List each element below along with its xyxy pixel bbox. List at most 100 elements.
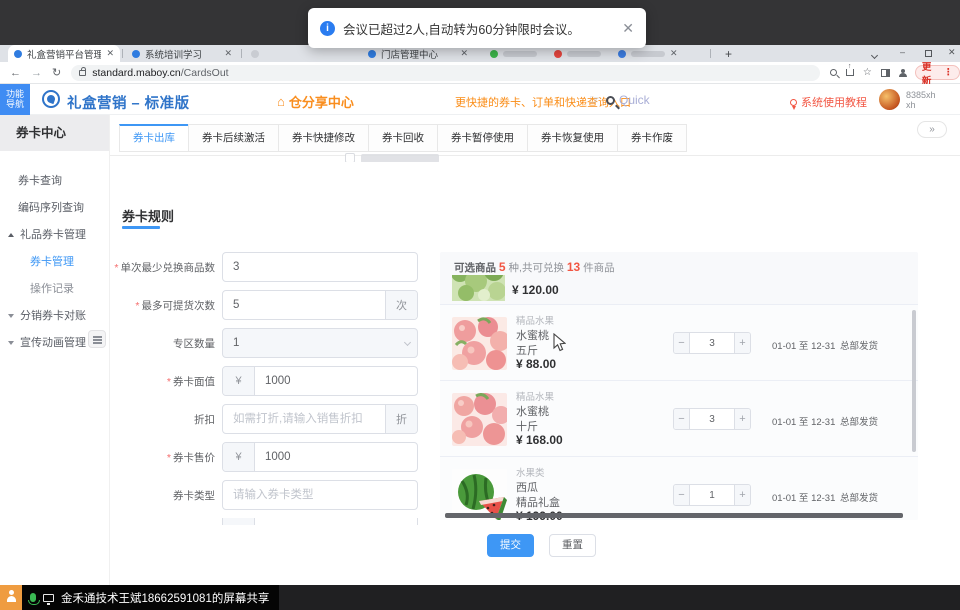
sidebar-item-gift-card-management[interactable]: 礼品券卡管理	[0, 222, 109, 249]
tab-favicon	[490, 50, 498, 58]
participant-badge[interactable]	[0, 585, 22, 610]
system-tutorial-link[interactable]: 系统使用教程	[790, 94, 867, 110]
zone-count-select[interactable]	[222, 328, 418, 358]
sidebar: 券卡中心 券卡查询 编码序列查询 礼品券卡管理 券卡管理 操作记录 分销券卡对账…	[0, 115, 110, 585]
user-avatar[interactable]	[879, 89, 900, 110]
delivery-source: 总部发货	[840, 338, 878, 352]
bookmark-star-icon[interactable]: ☆	[863, 68, 872, 78]
max-pickup-times-input[interactable]	[223, 291, 385, 319]
search-icon	[606, 96, 615, 105]
tutorial-label: 系统使用教程	[801, 94, 867, 110]
function-nav-toggle[interactable]: 功能 导航	[0, 84, 30, 115]
tab-card-recycle[interactable]: 券卡回收	[368, 124, 438, 152]
sidebar-item-code-sequence-query[interactable]: 编码序列查询	[0, 195, 109, 222]
main-content: 券卡出库 券卡后续激活 券卡快捷修改 券卡回收 券卡暂停使用 券卡恢复使用 券卡…	[110, 115, 960, 585]
product-category: 精品水果	[516, 389, 554, 403]
nav-toggle-label: 导航	[0, 99, 30, 109]
reset-button[interactable]: 重置	[549, 534, 596, 557]
quantity-input[interactable]	[690, 485, 734, 505]
sidebar-item-distribution-reconciliation[interactable]: 分销券卡对账	[0, 303, 109, 330]
field-label: 折扣	[110, 412, 222, 427]
clipped-prefix	[223, 518, 255, 525]
side-panel-icon[interactable]	[881, 69, 890, 77]
stepper-minus-button[interactable]: −	[674, 485, 690, 505]
tabbar-divider	[110, 155, 960, 156]
screen-share-strip: 金禾通技术王斌18662591081的屏幕共享	[0, 585, 960, 610]
product-category: 水果类	[516, 465, 545, 479]
profile-icon[interactable]	[899, 69, 907, 77]
stepper-plus-button[interactable]: +	[734, 333, 750, 353]
stepper-plus-button[interactable]: +	[734, 485, 750, 505]
min-exchange-count-input[interactable]	[223, 253, 417, 281]
sidebar-item-operation-log[interactable]: 操作记录	[0, 276, 109, 303]
tab-card-followup-activate[interactable]: 券卡后续激活	[188, 124, 279, 152]
menu-dots-icon: ⋮	[944, 67, 954, 78]
field-label: 券卡类型	[110, 488, 222, 503]
card-type-input[interactable]	[223, 481, 417, 509]
tab-card-suspend[interactable]: 券卡暂停使用	[437, 124, 528, 152]
stepper-minus-button[interactable]: −	[674, 409, 690, 429]
product-price: ¥ 168.00	[516, 433, 563, 447]
tab-favicon	[251, 50, 259, 58]
reload-icon[interactable]: ↻	[52, 66, 61, 79]
window-close-button[interactable]: ✕	[948, 47, 956, 58]
share-center-link[interactable]: ⌂ 仓分享中心	[277, 92, 354, 111]
brand-logo-icon	[42, 90, 60, 108]
stepper-minus-button[interactable]: −	[674, 333, 690, 353]
tab-close-icon[interactable]: ✕	[224, 48, 232, 59]
browser-tab-label: 门店管理中心	[381, 47, 455, 61]
quick-search-link[interactable]: Quick	[606, 93, 650, 107]
tab-card-outbound[interactable]: 券卡出库	[119, 124, 189, 152]
form-row-clipped	[110, 518, 440, 525]
quantity-input[interactable]	[690, 409, 734, 429]
zone-count-value[interactable]	[223, 337, 397, 349]
tab-favicon	[132, 50, 140, 58]
tab-favicon	[554, 50, 562, 58]
tab-close-icon[interactable]: ✕	[106, 48, 114, 59]
forward-icon[interactable]: →	[31, 67, 42, 79]
product-image-greens	[452, 275, 505, 301]
warehouse-icon: ⌂	[277, 95, 285, 108]
product-spec: 精品礼盒	[516, 494, 560, 510]
user-id: 8385xh	[906, 90, 936, 100]
tab-separator	[241, 49, 242, 58]
tab-close-icon[interactable]: ✕	[460, 48, 468, 59]
tab-search-chevron-icon[interactable]	[872, 50, 877, 60]
card-price-input[interactable]	[255, 443, 417, 471]
stepper-plus-button[interactable]: +	[734, 409, 750, 429]
quantity-stepper: − +	[673, 332, 751, 354]
card-face-value-input[interactable]	[255, 367, 417, 395]
tab-card-resume[interactable]: 券卡恢复使用	[527, 124, 618, 152]
checkbox[interactable]	[345, 153, 355, 162]
new-tab-button[interactable]: +	[725, 47, 732, 61]
window-maximize-button[interactable]	[925, 49, 932, 59]
browser-tab-training[interactable]: 系统培训学习 ✕	[126, 45, 238, 62]
toast-close-icon[interactable]: ✕	[622, 20, 634, 37]
vertical-scrollbar[interactable]	[912, 310, 916, 452]
back-icon[interactable]: ←	[10, 67, 21, 79]
tab-card-quick-edit[interactable]: 券卡快捷修改	[278, 124, 369, 152]
tab-close-icon[interactable]: ✕	[670, 48, 678, 59]
tab-card-void[interactable]: 券卡作废	[617, 124, 687, 152]
tab-favicon	[14, 50, 22, 58]
unit-suffix: 次	[385, 291, 417, 319]
zoom-icon[interactable]	[830, 69, 837, 76]
form-row: 专区数量	[110, 328, 440, 358]
more-tabs-button[interactable]: »	[917, 121, 947, 138]
sidebar-collapse-button[interactable]	[88, 330, 106, 348]
tab-label-unreadable	[631, 51, 665, 57]
sidebar-item-card-management[interactable]: 券卡管理	[0, 249, 109, 276]
browser-update-button[interactable]: 更新 ⋮	[915, 65, 960, 80]
horizontal-scrollbar[interactable]	[445, 513, 903, 518]
discount-input[interactable]	[223, 405, 385, 433]
window-minimize-button[interactable]: –	[900, 47, 905, 57]
browser-tab-gift-admin[interactable]: 礼盒营销平台管理中心 ✕	[8, 45, 120, 62]
sidebar-item-card-query[interactable]: 券卡查询	[0, 168, 109, 195]
submit-button[interactable]: 提交	[487, 534, 534, 557]
quantity-input[interactable]	[690, 333, 734, 353]
form-row: *单次最少兑换商品数	[110, 252, 440, 282]
lock-icon	[79, 70, 86, 76]
share-icon[interactable]	[846, 69, 854, 76]
url-field[interactable]: standard.maboy.cn/CardsOut	[71, 65, 820, 81]
product-row: 水果类 西瓜 精品礼盒 ¥ 199.00 − + 01-01 至 12-31 总…	[440, 456, 918, 520]
